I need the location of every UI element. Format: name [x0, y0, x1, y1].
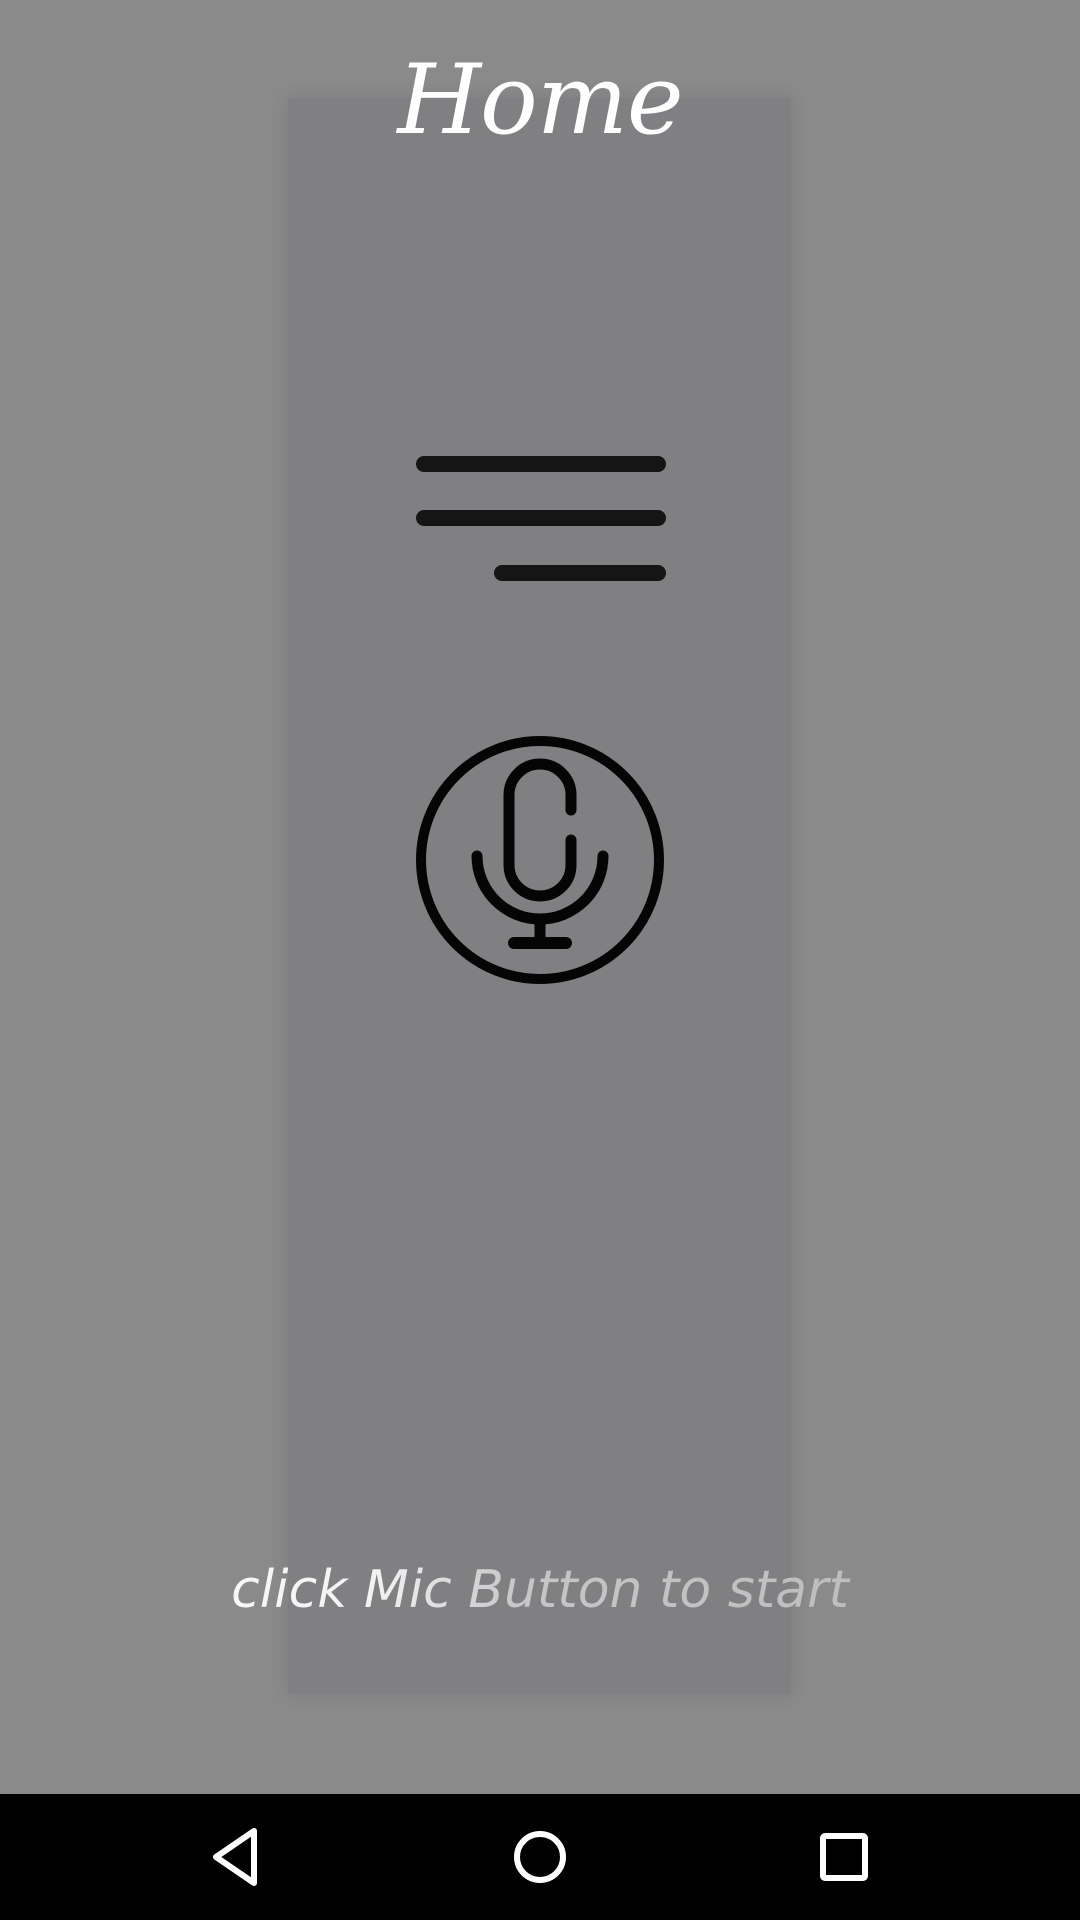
home-button[interactable]: [500, 1817, 580, 1897]
menu-icon[interactable]: [415, 454, 667, 582]
app-screen: Home click Mic Button to start: [0, 0, 1080, 1794]
back-button[interactable]: [196, 1817, 276, 1897]
start-hint: click Mic Button to start: [0, 1555, 1080, 1625]
home-circle-icon: [514, 1831, 566, 1883]
system-navigation-bar: [0, 1794, 1080, 1920]
back-triangle-icon: [213, 1828, 257, 1886]
page-title: Home: [397, 44, 683, 156]
recents-square-icon: [820, 1833, 868, 1881]
microphone-icon: [416, 736, 664, 984]
mic-button[interactable]: [413, 733, 667, 987]
recents-button[interactable]: [803, 1817, 883, 1897]
